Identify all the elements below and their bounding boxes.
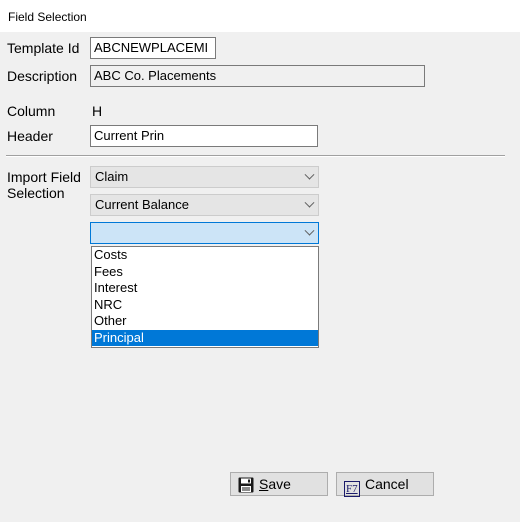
column-value: H xyxy=(92,103,103,119)
template-id-label: Template Id xyxy=(7,40,80,56)
save-label: Save xyxy=(259,476,291,492)
template-id-field[interactable]: ABCNEWPLACEMI xyxy=(90,37,216,59)
column-label: Column xyxy=(7,103,56,119)
section-divider xyxy=(6,155,505,157)
floppy-disk-icon xyxy=(238,477,254,499)
dropdown-option[interactable]: Interest xyxy=(92,280,318,297)
description-label: Description xyxy=(7,68,78,84)
selection-label: Selection xyxy=(7,185,65,201)
dropdown-option-selected[interactable]: Principal xyxy=(92,329,318,346)
combo-1-value: Claim xyxy=(95,169,129,184)
description-field[interactable]: ABC Co. Placements xyxy=(90,65,425,87)
dropdown-list: Costs Fees Interest NRC Other Principal xyxy=(91,246,319,348)
import-field-label: Import Field xyxy=(7,169,81,185)
cancel-button[interactable]: F7 Cancel xyxy=(336,472,434,497)
chevron-down-icon[interactable] xyxy=(304,225,315,236)
dropdown-option[interactable]: Fees xyxy=(92,264,318,281)
save-button[interactable]: Save xyxy=(230,472,328,496)
chevron-down-icon[interactable] xyxy=(304,169,315,180)
f7-key-icon: F7 xyxy=(344,481,360,497)
cancel-label: Cancel xyxy=(365,476,409,492)
title-bar: Field Selection xyxy=(0,0,520,32)
combo-2-value: Current Balance xyxy=(95,197,189,212)
dropdown-option[interactable]: NRC xyxy=(92,297,318,314)
import-field-combo-2[interactable]: Current Balance xyxy=(90,194,319,216)
header-label: Header xyxy=(7,128,53,144)
import-field-combo-3[interactable] xyxy=(90,222,319,244)
header-field[interactable]: Current Prin xyxy=(90,125,318,147)
window-title: Field Selection xyxy=(8,10,87,24)
dropdown-option[interactable]: Costs xyxy=(92,247,318,264)
dropdown-option[interactable]: Other xyxy=(92,313,318,330)
import-field-combo-1[interactable]: Claim xyxy=(90,166,319,188)
chevron-down-icon[interactable] xyxy=(304,197,315,208)
